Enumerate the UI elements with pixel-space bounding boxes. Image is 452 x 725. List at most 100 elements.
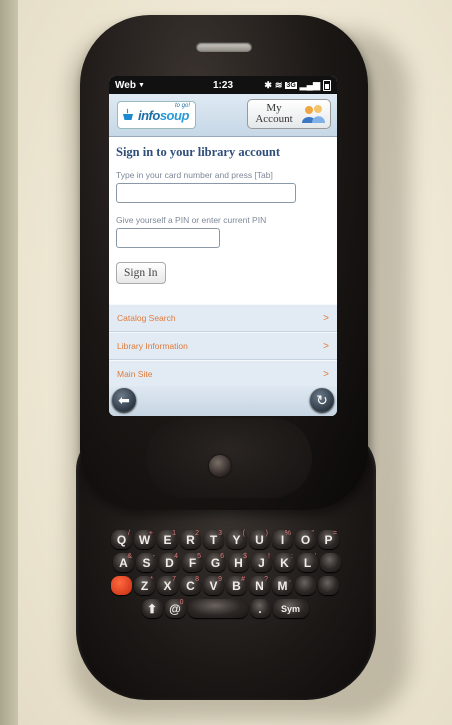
key-label: E [163, 532, 172, 547]
key-c[interactable]: C8 [180, 576, 201, 595]
menu-item-library-information[interactable]: Library Information > [109, 332, 337, 360]
arrow-left-icon: ⬅ [118, 391, 130, 408]
key-alt-label: & [127, 553, 132, 560]
key-label: M [277, 578, 288, 593]
key-p[interactable]: P = [318, 530, 339, 549]
status-icons: ✱ ≋ 3G ▂▄▆ [264, 79, 331, 91]
key-alt-label: ? [264, 576, 268, 583]
gesture-area[interactable] [146, 418, 312, 498]
pin-input[interactable] [116, 228, 220, 248]
key-sym[interactable]: Sym [272, 599, 309, 618]
phone-screen: Web ▼ 1:23 ✱ ≋ 3G ▂▄▆ infosoup to go! My… [109, 76, 337, 416]
key-h[interactable]: H $ [228, 553, 249, 572]
key-a[interactable]: A & [113, 553, 134, 572]
key-j[interactable]: J! [251, 553, 272, 572]
key-label: P [324, 532, 333, 547]
menu-item-catalog-search[interactable]: Catalog Search > [109, 304, 337, 332]
browser-toolbar: ⬅ ↻ [109, 386, 337, 416]
key-alt-label: + [148, 530, 153, 537]
key-alt-label: * [150, 576, 153, 583]
key-blank-row3-0[interactable] [111, 576, 132, 595]
key-b[interactable]: B # [226, 576, 247, 595]
key-period[interactable]: . [249, 599, 271, 618]
card-number-input[interactable] [116, 183, 296, 203]
page-title: Sign in to your library account [116, 145, 281, 159]
key-shift[interactable]: ⬆ [141, 599, 163, 618]
key-alt-label: 5 [197, 553, 201, 560]
key-label: K [280, 555, 289, 570]
key-label: S [142, 555, 151, 570]
key-y[interactable]: Y( [226, 530, 247, 549]
center-button[interactable] [209, 455, 231, 477]
key-i[interactable]: I% [272, 530, 293, 549]
infosoup-logo[interactable]: infosoup to go! [117, 101, 196, 129]
reload-button[interactable]: ↻ [310, 388, 334, 412]
key-alt-label: : [291, 553, 293, 560]
key-k[interactable]: K: [274, 553, 295, 572]
sign-in-button[interactable]: Sign In [116, 262, 166, 284]
key-o[interactable]: O " [295, 530, 316, 549]
back-button[interactable]: ⬅ [112, 388, 136, 412]
key-label: G [210, 555, 221, 570]
key-alt-label: ' [314, 553, 316, 560]
app-menu[interactable]: Web ▼ [115, 80, 145, 91]
key-label: C [186, 578, 195, 593]
key-blank-row2-9[interactable] [320, 553, 341, 572]
key-u[interactable]: U) [249, 530, 270, 549]
key-t[interactable]: T3 [203, 530, 224, 549]
key-label: Y [232, 532, 241, 547]
key-s[interactable]: S- [136, 553, 157, 572]
pin-label: Give yourself a PIN or enter current PIN [116, 215, 267, 225]
key-label: D [165, 555, 174, 570]
menu-item-label: Main Site [117, 369, 153, 379]
key-alt-label: 7 [172, 576, 176, 583]
card-number-label: Type in your card number and press [Tab] [116, 170, 273, 180]
key-q[interactable]: Q / [111, 530, 132, 549]
key-alt-label: / [128, 530, 130, 537]
key-at[interactable]: @0 [164, 599, 186, 618]
key-blank-row3-9[interactable] [318, 576, 339, 595]
key-r[interactable]: R2 [180, 530, 201, 549]
key-alt-label: 3 [218, 530, 222, 537]
key-label: N [255, 578, 264, 593]
nav-menu: Catalog Search > Library Information > M… [109, 304, 337, 388]
key-label: I [280, 532, 285, 547]
key-alt-label: - [152, 553, 155, 560]
key-f[interactable]: F5 [182, 553, 203, 572]
key-alt-label: # [241, 576, 245, 583]
key-d[interactable]: D4 [159, 553, 180, 572]
key-label: F [188, 555, 197, 570]
site-header: infosoup to go! My Account [109, 94, 337, 137]
key-l[interactable]: L ' [297, 553, 318, 572]
key-alt-label: $ [243, 553, 247, 560]
key-label: V [209, 578, 218, 593]
key-n[interactable]: N? [249, 576, 270, 595]
key-z[interactable]: Z * [134, 576, 155, 595]
key-label: X [163, 578, 172, 593]
key-m[interactable]: M, [272, 576, 293, 595]
key-e[interactable]: E1 [157, 530, 178, 549]
keyboard-row-3: Z * X 7 C 8 V 9 B # N? M, [90, 576, 360, 595]
earpiece-speaker [196, 42, 252, 52]
app-name: Web [115, 79, 136, 91]
logo-text: infosoup [138, 107, 189, 123]
key-label: U [255, 532, 264, 547]
key-v[interactable]: V9 [203, 576, 224, 595]
people-icon [302, 105, 325, 123]
key-alt-label: " [311, 530, 315, 537]
logo-tagline: to go! [174, 103, 190, 109]
signal-icon: ▂▄▆ [299, 79, 320, 90]
keyboard-row-4: ⬆ @0 . Sym [90, 599, 360, 618]
key-alt-label: 1 [172, 530, 176, 537]
key-w[interactable]: W + [134, 530, 155, 549]
menu-item-main-site[interactable]: Main Site > [109, 360, 337, 388]
cup-icon [123, 108, 133, 120]
key-blank-row3-8[interactable] [295, 576, 316, 595]
my-account-button[interactable]: My Account [247, 99, 331, 129]
key-zero-label: 0 [179, 599, 184, 606]
key-alt-label: ! [268, 553, 270, 560]
key-space[interactable] [187, 599, 248, 618]
key-g[interactable]: G6 [205, 553, 226, 572]
menu-item-label: Catalog Search [117, 313, 176, 323]
key-x[interactable]: X7 [157, 576, 178, 595]
